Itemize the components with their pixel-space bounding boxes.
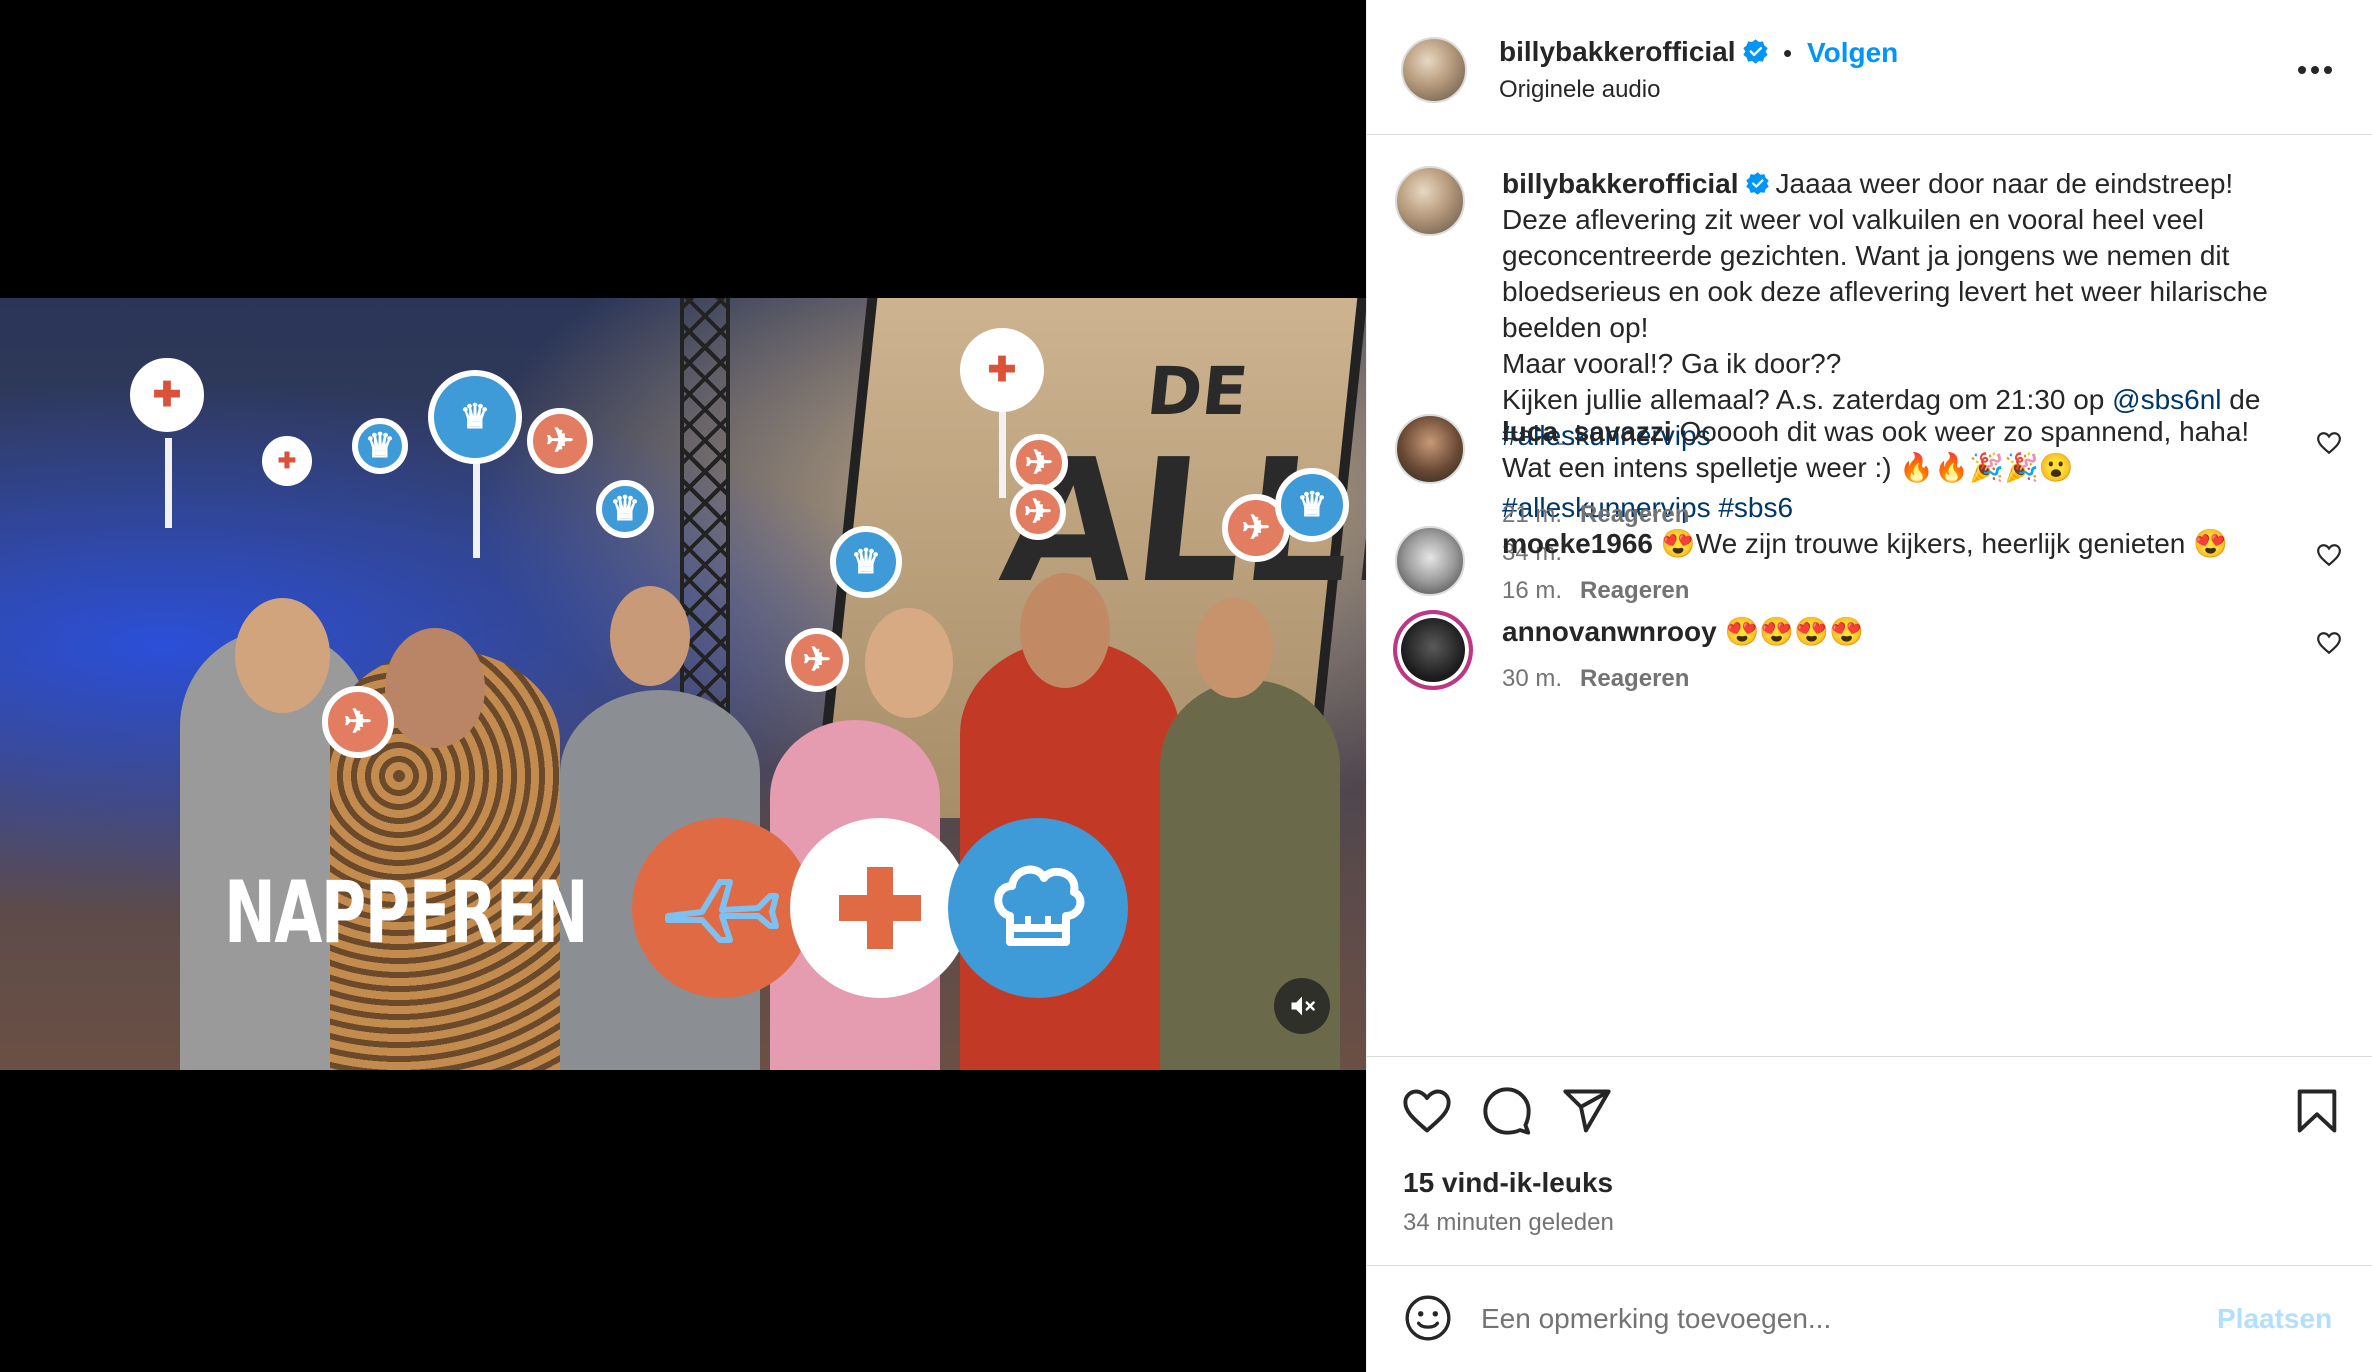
chef-paddle: ♛ xyxy=(1275,468,1349,542)
comment-username[interactable]: annovanwnrooy xyxy=(1502,616,1717,647)
paddle-stick xyxy=(165,438,172,528)
post-comment-button[interactable]: Plaatsen xyxy=(2217,1303,2332,1335)
reply-button[interactable]: Reageren xyxy=(1580,577,1689,604)
muted-speaker-icon xyxy=(1291,996,1315,1016)
follow-button[interactable]: Volgen xyxy=(1807,37,1898,69)
bookmark-icon[interactable] xyxy=(2291,1085,2343,1137)
contestant-head xyxy=(235,598,330,713)
commenter-avatar-with-story[interactable] xyxy=(1393,610,1473,690)
emoji-icon[interactable] xyxy=(1403,1293,1453,1343)
caption-text: de xyxy=(2221,384,2261,415)
comment-text: 😍We zijn trouwe kijkers, heerlijk geniet… xyxy=(1660,528,2229,559)
mute-toggle-button[interactable] xyxy=(1274,978,1330,1034)
plane-paddle: ✈ xyxy=(322,686,394,758)
post-actions: 15 vind-ik-leuks 34 minuten geleden xyxy=(1367,1056,2372,1266)
verified-badge-icon xyxy=(1742,39,1768,64)
commenter-avatar[interactable] xyxy=(1395,414,1465,484)
more-options-button[interactable] xyxy=(2293,50,2337,90)
comment-meta: 16 m. Reageren xyxy=(1502,576,2302,606)
comment-username[interactable]: luca_savazzi xyxy=(1502,416,1672,447)
add-comment-bar: Plaatsen xyxy=(1367,1265,2372,1372)
comment-username[interactable]: moeke1966 xyxy=(1502,528,1653,559)
author-username[interactable]: billybakkerofficial xyxy=(1499,36,1769,68)
contestant-head xyxy=(610,586,690,686)
contestant-head xyxy=(385,628,485,748)
chef-paddle: ♛ xyxy=(352,418,408,474)
chef-hat-category-icon xyxy=(948,818,1128,998)
original-audio-link[interactable]: Originele audio xyxy=(1499,76,1660,104)
reply-button[interactable]: Reageren xyxy=(1580,501,1689,528)
comment-body: annovanwnrooy 😍😍😍😍 30 m. Reageren xyxy=(1502,614,2302,694)
comment-icon[interactable] xyxy=(1481,1085,1533,1137)
likes-count[interactable]: 15 vind-ik-leuks xyxy=(1403,1167,1613,1199)
caption-text: Maar vooral!? Ga ik door?? xyxy=(1502,348,1842,379)
plane-paddle: ✈ xyxy=(785,628,849,692)
verified-badge-icon xyxy=(1745,172,1769,195)
cross-paddle: ✚ xyxy=(130,358,204,432)
paddle-stick xyxy=(473,448,480,558)
plane-category-icon xyxy=(632,818,812,998)
plane-paddle: ✈ xyxy=(527,408,593,474)
plane-paddle: ✈ xyxy=(1010,484,1066,540)
comment-body: luca_savazzi Oooooh dit was ook weer zo … xyxy=(1502,414,2302,530)
contestant-head xyxy=(1020,573,1110,688)
contestant-head xyxy=(865,608,953,718)
caption-text: Kijken jullie allemaal? A.s. zaterdag om… xyxy=(1502,384,2113,415)
video-overlay-title: NAPPEREN xyxy=(224,863,589,963)
chef-paddle: ♛ xyxy=(428,370,522,464)
post-sidebar: billybakkerofficial • Volgen Originele a… xyxy=(1366,0,2372,1372)
chef-paddle: ♛ xyxy=(830,526,902,598)
comment-input[interactable] xyxy=(1479,1295,2183,1343)
comment-body: moeke1966 😍We zijn trouwe kijkers, heerl… xyxy=(1502,526,2302,606)
separator-dot: • xyxy=(1783,38,1793,68)
like-comment-heart-icon[interactable] xyxy=(2316,430,2342,456)
post-timestamp[interactable]: 34 minuten geleden xyxy=(1403,1209,1614,1237)
like-comment-heart-icon[interactable] xyxy=(2316,630,2342,656)
author-username-text[interactable]: billybakkerofficial xyxy=(1499,36,1736,67)
video-player[interactable]: DE ALLES ✚ ♛ ✈ ♛ ✚ ✈ ♛ ✈ ♛ ✚ ✈ ✈ ✈ ♛ NAP… xyxy=(0,298,1366,1070)
caption-username[interactable]: billybakkerofficial xyxy=(1502,168,1739,199)
heart-icon[interactable] xyxy=(1401,1085,1453,1137)
send-icon[interactable] xyxy=(1561,1085,1613,1137)
post-media: DE ALLES ✚ ♛ ✈ ♛ ✚ ✈ ♛ ✈ ♛ ✚ ✈ ✈ ✈ ♛ NAP… xyxy=(0,0,1366,1372)
comments-section: billybakkerofficial Jaaaa weer door naar … xyxy=(1367,135,2372,1055)
author-avatar[interactable] xyxy=(1395,166,1465,236)
contestant-head xyxy=(1195,598,1273,698)
like-comment-heart-icon[interactable] xyxy=(2316,542,2342,568)
author-avatar[interactable] xyxy=(1401,37,1467,103)
mention-link[interactable]: @sbs6nl xyxy=(2112,384,2221,415)
chef-paddle: ♛ xyxy=(596,480,654,538)
cross-category-icon xyxy=(790,818,970,998)
more-horizontal-icon xyxy=(2298,66,2332,74)
commenter-avatar[interactable] xyxy=(1395,526,1465,596)
comment-text: 😍😍😍😍 xyxy=(1724,616,1864,647)
reply-button[interactable]: Reageren xyxy=(1580,665,1689,692)
comment-time: 30 m. xyxy=(1502,665,1563,692)
comment-meta: 30 m. Reageren xyxy=(1502,664,2302,694)
comment-time: 21 m. xyxy=(1502,501,1563,528)
cross-paddle: ✚ xyxy=(262,436,312,486)
post-header: billybakkerofficial • Volgen Originele a… xyxy=(1367,0,2372,135)
sign-text-top: DE xyxy=(1143,353,1252,430)
cross-paddle: ✚ xyxy=(960,328,1044,412)
comment-time: 16 m. xyxy=(1502,577,1563,604)
